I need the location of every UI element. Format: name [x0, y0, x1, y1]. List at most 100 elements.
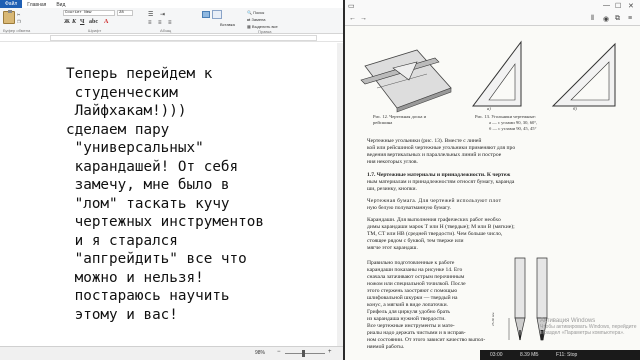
replace-button[interactable]: ⇄ Замена	[247, 17, 266, 22]
zoom-out-button[interactable]: −	[277, 349, 281, 355]
insert-group-label: Вставка	[220, 22, 235, 27]
narrow-line: Грифель для циркуля удобно брать	[367, 309, 450, 315]
underline-button[interactable]: Ч	[80, 19, 84, 25]
fig12-caption: Рис. 12. Чертежная доска и рейсшина	[373, 114, 427, 125]
rec-time: 03:00	[490, 352, 503, 358]
set-squares-figure	[472, 40, 616, 107]
body-line: ТМ, СТ или НВ (средней твердости). Чем б…	[367, 231, 503, 237]
ruler[interactable]	[0, 34, 343, 42]
browser-toolbar: ▭ — ☐ ✕ ← → ⫴ ◉ ⧉ ≡	[345, 0, 640, 26]
strike-button[interactable]: abc	[89, 19, 98, 25]
tab-file[interactable]: Файл	[0, 0, 23, 8]
narrow-line: этого стержень заостряют с помощью	[367, 288, 458, 294]
dimension-label: 25-30 мм	[491, 312, 495, 326]
minimize-icon[interactable]: —	[603, 2, 610, 9]
body-line: ведения вертикальных и параллельных лини…	[367, 152, 502, 158]
recorder-tray: 03:00 8.39 МБ F11: Stop	[480, 350, 640, 360]
pencil-right-body	[536, 257, 548, 319]
zoom-in-button[interactable]: +	[328, 349, 332, 355]
fig13-label-b: б)	[573, 106, 577, 111]
narrow-line: ножом или специальной точилкой. После	[367, 281, 466, 287]
narrow-line: риалы надо держать чистыми и в исправ-	[367, 330, 466, 336]
paragraph-group-label: Абзац	[160, 28, 172, 33]
ribbon-tabs: Файл Главная Вид	[0, 0, 343, 8]
zoom-slider[interactable]	[285, 353, 325, 354]
drawing-board-figure	[360, 49, 452, 113]
document-text[interactable]: Теперь перейдем к студенческим Лайфхакам…	[66, 65, 336, 324]
body-line: димы карандаши марок Т или Н (твердые); …	[367, 224, 515, 230]
narrow-line: шлифовальной шкурки — твердый на	[367, 295, 458, 301]
library-icon[interactable]: ⫴	[591, 15, 594, 23]
font-name-combo[interactable]: Courier New	[63, 10, 115, 16]
body-line: мягче этот карандаш.	[367, 245, 418, 251]
zoom-level: 98%	[255, 350, 266, 356]
align-left-icon[interactable]: ≡	[148, 20, 152, 26]
maximize-icon[interactable]: ☐	[615, 2, 621, 10]
narrow-line: Правильно подготовленные к работе	[367, 260, 455, 266]
body-line: Чертежные угольники (рис. 13). Вместе с …	[367, 138, 482, 144]
find-button[interactable]: 🔍 Поиск	[247, 10, 264, 15]
paste-icon[interactable]	[3, 10, 15, 24]
narrow-line: карандаши показаны на рисунке 14. Его	[367, 267, 463, 273]
copy-icon[interactable]: ❐	[17, 19, 21, 24]
align-center-icon[interactable]: ≡	[158, 20, 162, 26]
back-icon[interactable]: ←	[349, 15, 356, 22]
pdf-page: Рис. 12. Чертежная доска и рейсшина а) б…	[345, 26, 640, 360]
ribbon: ✂ ❐ Буфер обмена Courier New 28 Ж К Ч ab…	[0, 8, 343, 34]
rec-stop[interactable]: F11: Stop	[556, 350, 577, 360]
activation-watermark: Активация Windows Чтобы активировать Win…	[540, 318, 640, 336]
replace-icon: ⇄	[247, 17, 251, 22]
replace-label: Замена	[251, 17, 266, 22]
body-line: 1.7. Чертежные материалы и принадлежност…	[367, 172, 511, 178]
find-label: Поиск	[253, 10, 265, 15]
clipboard-group-label: Буфер обмена	[3, 28, 31, 33]
fig13-caption-2: а — с углами 90, 30, 60°,	[489, 120, 538, 125]
ruler-strip	[50, 35, 317, 41]
list-icon[interactable]: ☰	[148, 11, 153, 18]
fig13-caption-3: б — с углами 90, 45, 45°	[489, 126, 537, 131]
activation-line-3: в раздел «Параметры компьютера».	[540, 330, 625, 336]
fig13-caption-1: Рис. 13. Угольники чертежные:	[475, 114, 536, 119]
body-line: Карандаши. Для выполнения графических ра…	[367, 217, 501, 223]
zoom-slider-thumb[interactable]	[302, 350, 305, 357]
body-line: ную белую полуватманную бумагу.	[367, 205, 452, 211]
italic-button[interactable]: К	[72, 19, 76, 25]
close-icon[interactable]: ✕	[628, 2, 634, 10]
select-all-icon: ▦	[247, 24, 251, 29]
tab-list-icon[interactable]: ▭	[348, 2, 355, 10]
vertical-scrollbar[interactable]	[337, 43, 343, 346]
font-size-combo[interactable]: 28	[117, 10, 133, 16]
narrow-line: конус, а мягкий в виде лопаточки.	[367, 302, 448, 308]
extensions-icon[interactable]: ⧉	[615, 15, 620, 23]
bold-button[interactable]: Ж	[64, 19, 70, 25]
align-right-icon[interactable]: ≡	[168, 20, 172, 26]
body-line: ния некоторых углов.	[367, 159, 418, 165]
menu-icon[interactable]: ≡	[628, 15, 632, 22]
forward-icon[interactable]: →	[360, 15, 367, 22]
document-area[interactable]: Теперь перейдем к студенческим Лайфхакам…	[0, 43, 343, 346]
body-line: кой или рейсшиной чертежные угольники пр…	[367, 145, 516, 151]
narrow-line: Все чертежные инструменты и мате-	[367, 323, 455, 329]
body-line: Чертежная бумага. Для чертежей использую…	[367, 198, 502, 204]
font-color-button[interactable]: A	[104, 19, 108, 25]
body-line: ши, резинку, кнопки.	[367, 186, 417, 192]
body-line: стоящее рядом с буквой, тем тверже или	[367, 238, 464, 244]
status-bar: 98% − +	[0, 346, 343, 360]
narrow-line: няемой работы.	[367, 344, 405, 350]
find-icon: 🔍	[247, 10, 252, 15]
cut-icon[interactable]: ✂	[17, 12, 20, 17]
triangle-b-inner	[570, 61, 610, 101]
pencil-left-body	[514, 257, 526, 319]
indent-icon[interactable]: ⇥	[160, 11, 165, 18]
font-group-label: Шрифт	[88, 28, 102, 33]
picture-icon[interactable]	[202, 11, 210, 18]
narrow-line: из карандаша нужной твердости.	[367, 316, 446, 322]
body-line: ным материалам и принадлежностям относят…	[367, 179, 515, 185]
fig13-label-a: а)	[487, 106, 491, 111]
rec-size: 8.39 МБ	[520, 352, 539, 358]
narrow-line: сначала затачивают острым перочинным	[367, 274, 465, 280]
account-icon[interactable]: ◉	[603, 15, 609, 23]
pencils-figure	[508, 257, 548, 341]
paint-drawing-icon[interactable]	[212, 10, 222, 19]
pdf-viewer-window: ▭ — ☐ ✕ ← → ⫴ ◉ ⧉ ≡ Рис. 12. Чертежная д…	[345, 0, 640, 360]
